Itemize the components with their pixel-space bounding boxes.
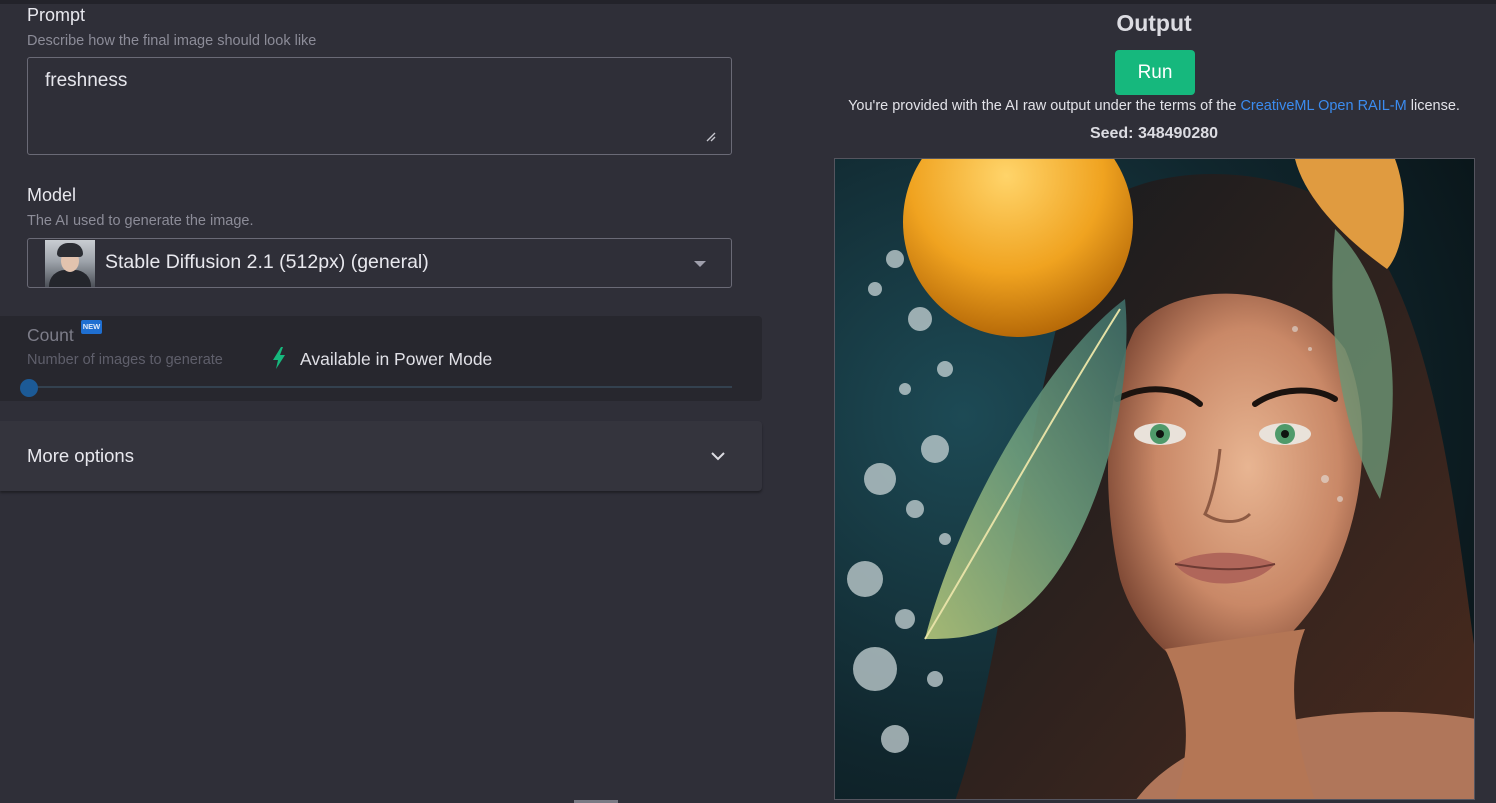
output-panel: Output Run You're provided with the AI r… <box>800 0 1496 803</box>
license-notice: You're provided with the AI raw output u… <box>800 98 1496 114</box>
settings-panel: Prompt Describe how the final image shou… <box>0 0 770 803</box>
model-select[interactable]: Stable Diffusion 2.1 (512px) (general) <box>27 238 732 288</box>
prompt-label: Prompt <box>27 5 86 25</box>
more-options-label: More options <box>27 445 134 466</box>
lightning-icon <box>273 347 285 369</box>
resize-grip-icon[interactable] <box>706 132 716 142</box>
model-thumbnail <box>45 240 95 287</box>
seed-value: Seed: 348490280 <box>1089 125 1219 142</box>
count-label: Count <box>27 325 74 345</box>
output-title: Output <box>1116 10 1192 36</box>
more-options-accordion[interactable]: More options <box>0 421 762 491</box>
prompt-hint: Describe how the final image should look… <box>27 33 317 49</box>
power-mode-link[interactable]: Available in Power Mode <box>300 349 492 370</box>
chevron-down-icon <box>711 452 725 461</box>
model-label: Model <box>27 185 77 205</box>
model-selected-value: Stable Diffusion 2.1 (512px) (general) <box>105 251 429 273</box>
count-slider-track[interactable] <box>30 386 732 388</box>
license-link[interactable]: CreativeML Open RAIL-M <box>1240 98 1406 114</box>
generated-image[interactable] <box>834 158 1475 800</box>
count-slider-handle[interactable] <box>20 379 38 397</box>
license-suffix: license. <box>1410 98 1460 114</box>
prompt-value: freshness <box>45 70 128 91</box>
count-hint: Number of images to generate <box>27 352 223 368</box>
caret-down-icon <box>694 261 706 267</box>
model-hint: The AI used to generate the image. <box>27 213 254 229</box>
prompt-input[interactable]: freshness <box>27 57 732 155</box>
license-text: You're provided with the AI raw output u… <box>848 98 1237 114</box>
run-button[interactable]: Run <box>1115 50 1195 95</box>
new-badge: NEW <box>81 320 102 334</box>
count-section: Count NEW Number of images to generate A… <box>0 316 762 401</box>
